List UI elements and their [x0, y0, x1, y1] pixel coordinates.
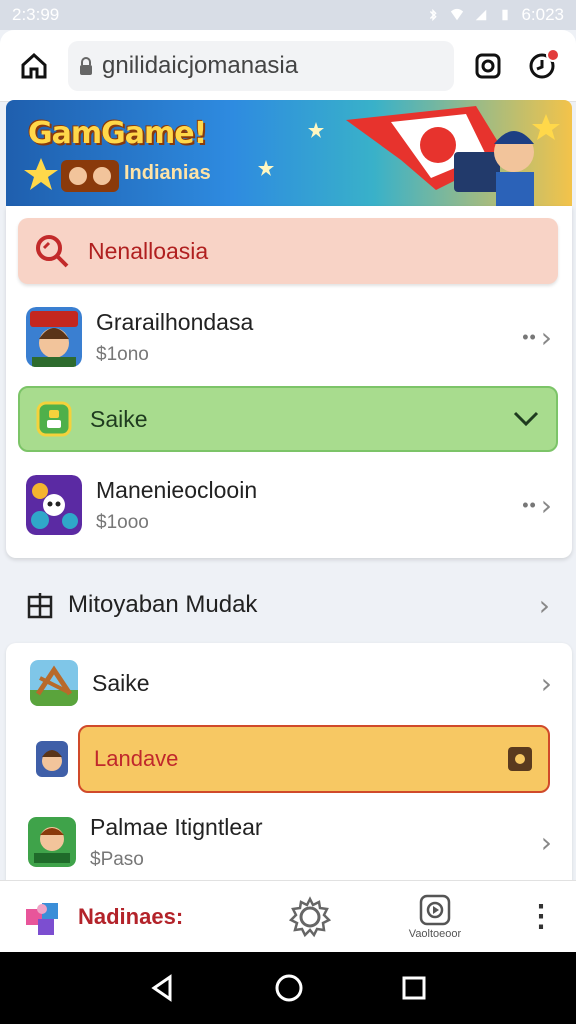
game-name: Grarailhondasa	[96, 308, 254, 335]
game-price: $1ooo	[96, 511, 149, 533]
game-name: Saike	[92, 669, 150, 696]
games-card: Nenalloasia Grarailhondasa $1ono •• › Sa…	[6, 206, 572, 558]
chevron-right-icon: ›	[540, 666, 552, 700]
promo-banner[interactable]: GamGame! Indianias	[6, 100, 572, 206]
video-button[interactable]: Vaoltoeoor	[380, 894, 490, 940]
wifi-icon	[451, 8, 464, 21]
gear-icon	[289, 895, 331, 937]
list-item[interactable]: Saike ›	[6, 643, 572, 723]
banner-title: GamGame!	[28, 116, 207, 151]
media-icon[interactable]	[506, 745, 534, 773]
status-time: 2:3:99	[12, 5, 60, 24]
banner-subtitle: Indianias	[124, 162, 211, 184]
camera-button[interactable]	[468, 46, 508, 86]
section-card: Saike › Landave Palmae Itigntlear $Paso …	[6, 643, 572, 893]
game-price: $Paso	[90, 848, 144, 870]
system-nav-bar	[0, 952, 576, 1024]
chevron-right-icon: ›	[540, 825, 552, 859]
status-time-right: 6:023	[521, 5, 564, 24]
notification-badge	[546, 47, 560, 62]
chevron-down-icon[interactable]	[512, 409, 540, 429]
game-thumbnail-icon	[36, 741, 68, 777]
status-bar: 2:3:99 6:023	[0, 0, 576, 30]
recents-icon[interactable]	[400, 974, 428, 1002]
game-thumbnail-icon	[26, 475, 82, 535]
address-bar[interactable]: gnilidaicjomanasia	[68, 40, 454, 91]
list-item[interactable]: Palmae Itigntlear $Paso ›	[6, 799, 572, 885]
back-icon[interactable]	[148, 973, 178, 1003]
video-icon	[419, 894, 451, 925]
shield-icon	[36, 401, 72, 437]
bluetooth-icon	[430, 8, 438, 22]
game-thumbnail-icon	[26, 307, 82, 367]
url-text: gnilidaicjomanasia	[102, 51, 299, 79]
list-item[interactable]: Manenieoclooin $1ooo •• ›	[6, 462, 572, 548]
settings-button[interactable]	[270, 895, 350, 938]
battery-icon	[502, 9, 509, 21]
game-thumbnail-icon	[28, 817, 76, 867]
landave-label: Landave	[94, 746, 179, 771]
chevron-right-icon: ›	[538, 588, 550, 622]
more-dots-icon[interactable]: ••	[522, 327, 537, 348]
saike-label: Saike	[90, 405, 148, 432]
chevron-right-icon: ›	[540, 320, 552, 354]
video-label: Vaoltoeoor	[408, 927, 462, 940]
nav-home-button[interactable]: Nadinaes:	[20, 895, 250, 939]
saike-highlight-row[interactable]: Saike	[18, 386, 558, 452]
bottom-nav: Nadinaes: Vaoltoeoor ⋮	[0, 880, 576, 952]
more-dots-icon[interactable]: ••	[522, 495, 537, 516]
section-header[interactable]: Mitoyaban Mudak ›	[0, 575, 576, 635]
highlight-label: Nenalloasia	[88, 237, 209, 264]
game-thumbnail-icon	[30, 660, 78, 706]
list-item[interactable]: Grarailhondasa $1ono •• ›	[6, 294, 572, 380]
camera-icon	[475, 53, 501, 78]
home-button[interactable]	[14, 46, 54, 86]
search-icon	[36, 235, 69, 268]
search-highlight-row[interactable]: Nenalloasia	[18, 218, 558, 284]
browser-toolbar: gnilidaicjomanasia	[0, 30, 576, 102]
notifications-button[interactable]	[522, 46, 562, 86]
game-price: $1ono	[96, 343, 149, 365]
puzzle-icon	[26, 902, 58, 935]
chevron-right-icon: ›	[540, 488, 552, 522]
nav-label: Nadinaes:	[78, 903, 184, 929]
home-icon	[21, 52, 47, 78]
landave-highlight-row[interactable]: Landave	[78, 725, 550, 793]
section-title: Mitoyaban Mudak	[68, 591, 258, 618]
game-name: Manenieoclooin	[96, 476, 258, 503]
signal-icon	[476, 9, 487, 21]
building-icon	[27, 593, 53, 619]
home-circle-icon[interactable]	[273, 972, 305, 1004]
overflow-menu-icon[interactable]: ⋮	[526, 901, 556, 931]
lock-icon	[80, 56, 92, 75]
game-name: Palmae Itigntlear	[90, 813, 263, 840]
